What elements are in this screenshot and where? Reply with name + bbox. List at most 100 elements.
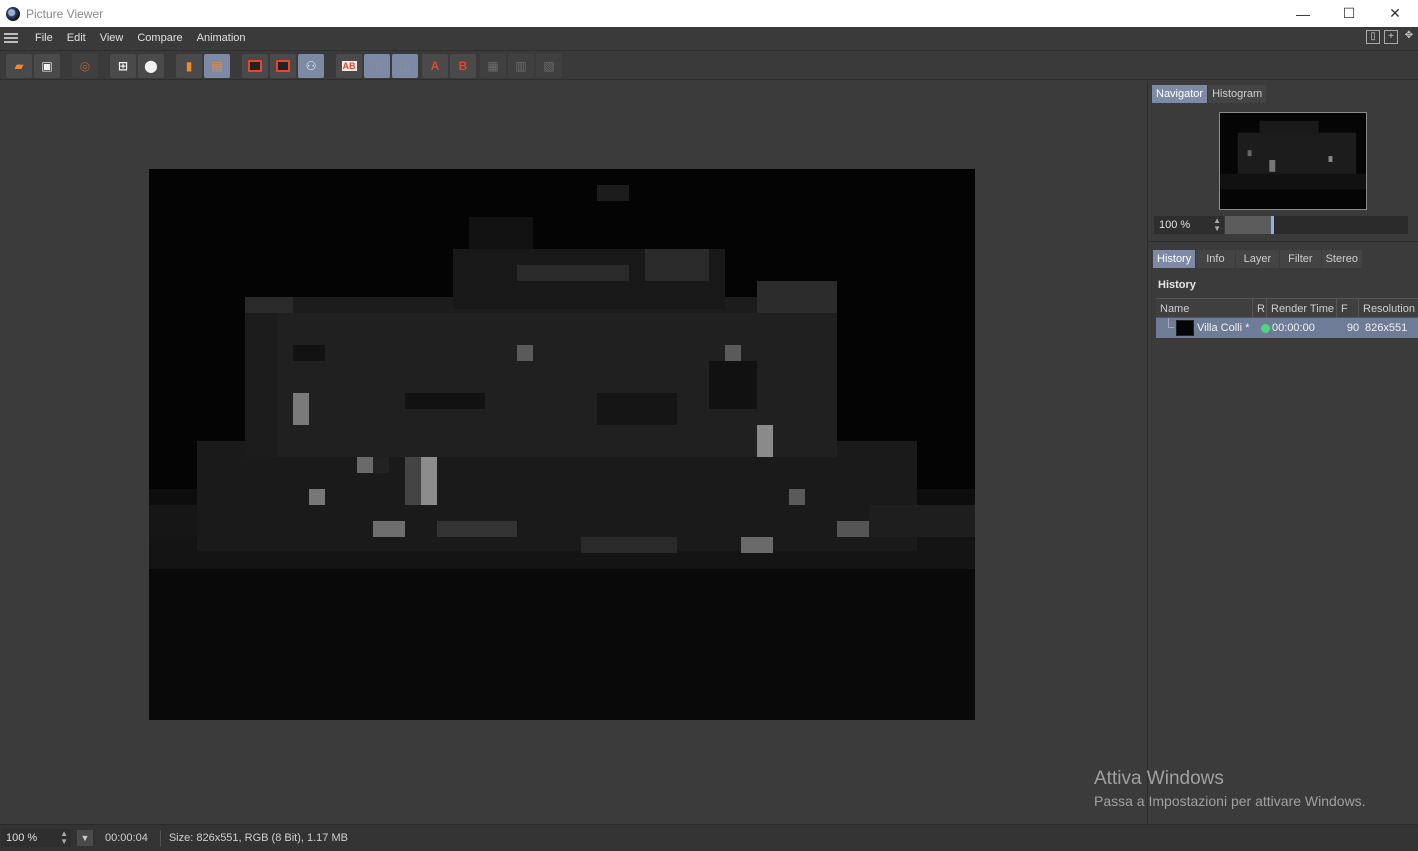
single-view-button[interactable] — [242, 54, 268, 78]
rendered-image[interactable] — [149, 169, 975, 720]
navigator-tabs: Navigator Histogram — [1152, 85, 1267, 103]
menu-view[interactable]: View — [93, 32, 131, 44]
status-zoom-value: 100 % — [6, 832, 38, 844]
watermark-subtitle: Passa a Impostazioni per attivare Window… — [1094, 793, 1366, 809]
status-render-time: 00:00:04 — [105, 832, 148, 844]
compare-split-button[interactable]: ▥ — [508, 54, 534, 78]
panel-toggle-icon[interactable]: ▯ — [1366, 30, 1380, 44]
tab-filter[interactable]: Filter — [1280, 250, 1321, 268]
ab-overlay-button[interactable]: ◫ — [392, 54, 418, 78]
column-render-time[interactable]: Render Time — [1267, 299, 1337, 319]
navigator-zoom-slider[interactable] — [1225, 216, 1408, 234]
menu-compare[interactable]: Compare — [130, 32, 189, 44]
menu-animation[interactable]: Animation — [190, 32, 253, 44]
maximize-button[interactable]: ☐ — [1326, 0, 1372, 27]
tab-stereo[interactable]: Stereo — [1321, 250, 1362, 268]
ab-button[interactable]: AB — [336, 54, 362, 78]
move-panel-icon[interactable]: ✥ — [1402, 30, 1416, 44]
zoom-slider-fill — [1225, 216, 1271, 234]
column-resolution[interactable]: Resolution — [1359, 299, 1418, 319]
tab-histogram[interactable]: Histogram — [1208, 85, 1267, 103]
toolbar: ▰ ▣ ◎ ⊞ ⬤ ▮ ▤ ⚇ AB ◫ ◫ A B ▦ ▥ ▧ — [0, 50, 1418, 80]
status-zoom-spinner-icon[interactable]: ▲ ▼ — [60, 830, 68, 846]
info-tabs: History Info Layer Filter Stereo — [1153, 250, 1362, 268]
status-image-info: Size: 826x551, RGB (8 Bit), 1.17 MB — [168, 832, 348, 844]
compare-diff-button[interactable]: ▧ — [536, 54, 562, 78]
menu-file[interactable]: File — [28, 32, 60, 44]
save-icon: ▣ — [41, 59, 53, 73]
navigator-thumbnail-content — [1220, 113, 1366, 209]
history-name: Villa Colli * — [1197, 322, 1250, 334]
column-r[interactable]: R — [1253, 299, 1267, 319]
ab-split-button[interactable]: ◫ — [364, 54, 390, 78]
title-bar: Picture Viewer — ☐ ✕ — [0, 0, 1418, 27]
status-zoom-input[interactable]: 100 % ▲ ▼ — [1, 829, 71, 847]
remove-all-icon: ▤ — [211, 59, 223, 73]
window-title: Picture Viewer — [26, 6, 104, 21]
navigator-zoom-value: 100 % — [1159, 219, 1191, 231]
export-button[interactable]: ⬤ — [138, 54, 164, 78]
navigator-zoom-row: 100 % ▲ ▼ — [1154, 216, 1418, 234]
column-f[interactable]: F — [1337, 299, 1359, 319]
save-button[interactable]: ▣ — [34, 54, 60, 78]
compare-view-icon — [276, 60, 290, 72]
set-a-button[interactable]: A — [422, 54, 448, 78]
compare-swap-button[interactable]: ▦ — [480, 54, 506, 78]
windows-activation-watermark: Attiva Windows Passa a Impostazioni per … — [1094, 768, 1366, 809]
stop-render-button[interactable]: ◎ — [72, 54, 98, 78]
compare-swap-icon: ▦ — [487, 59, 499, 73]
ab-overlay-icon: ◫ — [399, 59, 411, 73]
picture-viewer-window: Picture Viewer — ☐ ✕ File Edit View Comp… — [0, 0, 1418, 851]
panel-divider — [1148, 241, 1418, 242]
navigator-zoom-input[interactable]: 100 % ▲ ▼ — [1154, 216, 1224, 234]
hamburger-menu-icon[interactable] — [4, 33, 18, 43]
image-viewport[interactable] — [0, 81, 1146, 824]
crop-button[interactable]: ⊞ — [110, 54, 136, 78]
history-header-row: Name R Render Time F Resolution — [1156, 298, 1418, 319]
menu-bar: File Edit View Compare Animation ▯ + ✥ — [0, 27, 1418, 49]
remove-image-button[interactable]: ▮ — [176, 54, 202, 78]
zoom-dropdown-chevron-icon[interactable]: ▼ — [77, 830, 93, 846]
remove-image-icon: ▮ — [185, 59, 193, 73]
open-icon: ▰ — [14, 59, 24, 73]
open-button[interactable]: ▰ — [6, 54, 32, 78]
close-button[interactable]: ✕ — [1372, 0, 1418, 27]
set-b-icon: B — [458, 59, 468, 73]
rendered-image-content — [149, 169, 975, 720]
new-panel-icon[interactable]: + — [1384, 30, 1398, 44]
remove-all-button[interactable]: ▤ — [204, 54, 230, 78]
menu-edit[interactable]: Edit — [60, 32, 93, 44]
set-a-icon: A — [430, 59, 440, 73]
table-row[interactable]: Villa Colli * 00:00:00 90 826x551 — [1156, 318, 1418, 338]
navigator-thumbnail[interactable] — [1219, 112, 1367, 210]
zoom-slider-handle[interactable] — [1270, 216, 1274, 234]
tab-info[interactable]: Info — [1196, 250, 1235, 268]
channel-view-icon: ⚇ — [305, 59, 317, 73]
minimize-button[interactable]: — — [1280, 0, 1326, 27]
crop-icon: ⊞ — [117, 59, 129, 73]
history-thumbnail — [1176, 320, 1194, 336]
compare-view-button[interactable] — [270, 54, 296, 78]
tab-layer[interactable]: Layer — [1235, 250, 1280, 268]
right-panel: Navigator Histogram 100 % ▲ ▼ History In… — [1147, 81, 1418, 824]
history-frames: 90 — [1346, 322, 1360, 334]
channel-view-button[interactable]: ⚇ — [298, 54, 324, 78]
export-icon: ⬤ — [144, 59, 158, 73]
single-view-icon — [248, 60, 262, 72]
ab-icon: AB — [341, 61, 357, 71]
tab-history[interactable]: History — [1153, 250, 1196, 268]
tree-line — [1168, 318, 1174, 328]
watermark-title: Attiva Windows — [1094, 768, 1224, 789]
zoom-spinner-icon[interactable]: ▲ ▼ — [1213, 217, 1221, 233]
history-resolution: 826x551 — [1365, 322, 1408, 334]
layout-icons: ▯ + ✥ — [1366, 30, 1416, 44]
tab-navigator[interactable]: Navigator — [1152, 85, 1208, 103]
status-separator — [159, 830, 161, 846]
column-name[interactable]: Name — [1156, 299, 1253, 319]
history-table: Name R Render Time F Resolution Villa Co… — [1156, 298, 1418, 338]
set-b-button[interactable]: B — [450, 54, 476, 78]
status-bar: 100 % ▲ ▼ ▼ 00:00:04 Size: 826x551, RGB (… — [0, 824, 1418, 851]
cinema4d-app-icon — [6, 6, 20, 21]
stop-render-icon: ◎ — [79, 59, 91, 73]
compare-split-icon: ▥ — [515, 59, 527, 73]
